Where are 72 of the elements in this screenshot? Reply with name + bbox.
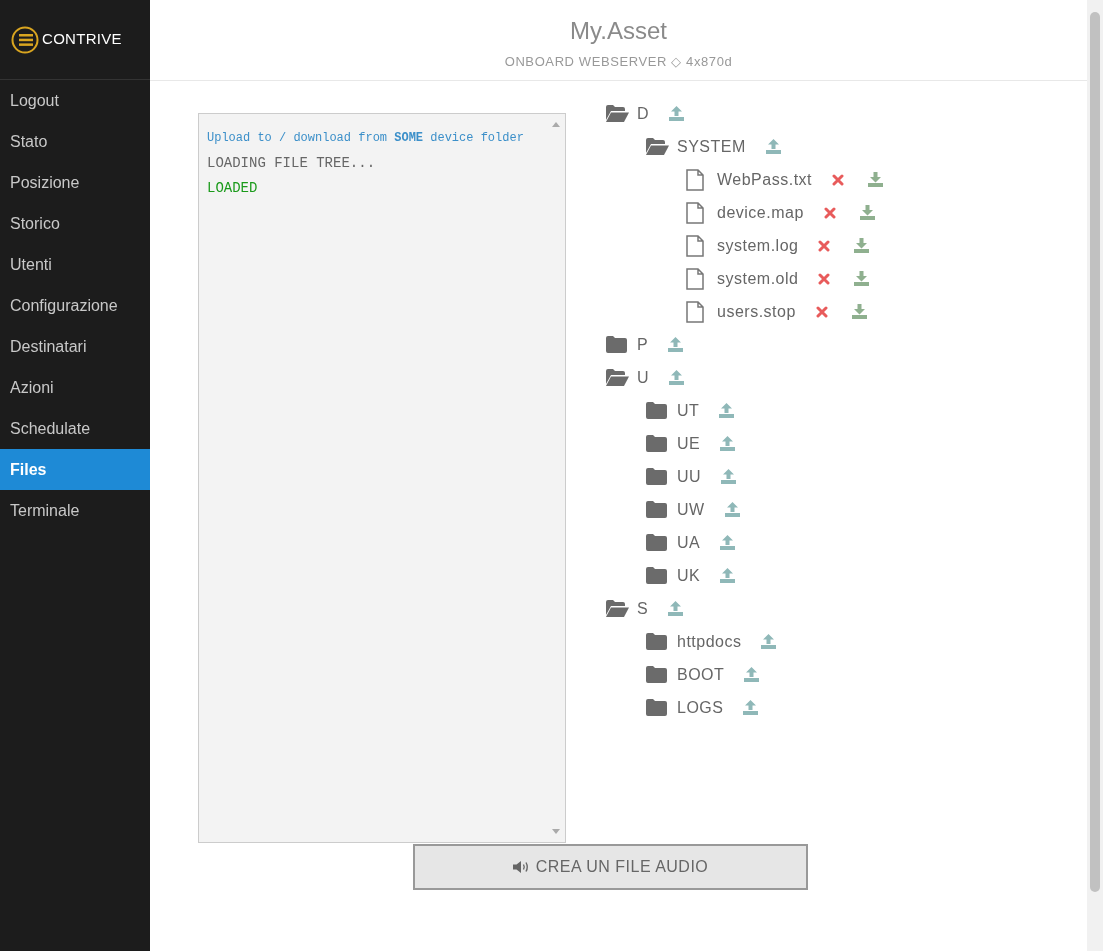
download-icon[interactable] [859,205,875,220]
download-icon[interactable] [868,172,883,187]
upload-icon[interactable] [724,502,740,517]
folder-name[interactable]: U [637,365,650,390]
folder-name[interactable]: S [637,596,649,621]
upload-icon[interactable] [721,469,737,484]
sidebar-item[interactable]: Storico [0,203,150,244]
upload-icon[interactable] [744,667,760,682]
upload-icon[interactable] [668,601,684,616]
upload-icon[interactable] [720,568,736,583]
sidebar-item[interactable]: Configurazione [0,285,150,326]
speaker-icon [512,860,530,874]
folder-name[interactable]: UU [677,464,702,489]
delete-icon[interactable] [818,272,831,285]
scrollbar[interactable] [1087,0,1103,951]
upload-icon[interactable] [669,370,685,385]
file-icon [686,234,704,257]
download-icon[interactable] [854,271,870,286]
file-name[interactable]: system.log [717,233,799,258]
console-line: LOADED [207,179,259,198]
file-icon [686,267,704,290]
file-name[interactable]: WebPass.txt [717,167,812,192]
upload-icon[interactable] [761,634,777,649]
sidebar-item[interactable]: Posizione [0,162,150,203]
sidebar-item[interactable]: Utenti [0,244,150,285]
delete-icon[interactable] [832,173,844,186]
sidebar-item[interactable]: Azioni [0,367,150,408]
scroll-down-icon[interactable] [552,829,560,834]
folder-name[interactable]: UT [677,398,700,423]
scrollbar-thumb[interactable] [1090,12,1100,892]
scroll-up-icon[interactable] [552,122,560,127]
download-icon[interactable] [851,304,867,319]
file-icon [686,168,704,191]
sidebar-item[interactable]: Schedulate [0,408,150,449]
upload-icon[interactable] [669,106,685,121]
sidebar-item[interactable]: Terminale [0,490,150,531]
file-icon [686,201,704,224]
logo-text: CONTRIVE [42,29,122,50]
console-line: Upload to / download from SOME device folder [207,130,525,147]
sidebar-item[interactable]: Stato [0,121,150,162]
folder-name[interactable]: UW [677,497,705,522]
folder-name[interactable]: BOOT [677,662,725,687]
folder-name[interactable]: UA [677,530,701,555]
folder-name[interactable]: UK [677,563,701,588]
delete-icon[interactable] [823,206,836,219]
upload-icon[interactable] [720,436,736,451]
upload-icon[interactable] [743,700,759,715]
create-audio-button[interactable]: CREA UN FILE AUDIO [413,844,808,890]
upload-icon[interactable] [668,337,684,352]
sidebar-item[interactable]: Logout [0,80,150,121]
download-icon[interactable] [854,238,870,253]
page-subtitle: ONBOARD WEBSERVER ◇ 4x870d [504,53,733,71]
folder-name[interactable]: httpdocs [677,629,742,654]
delete-icon[interactable] [818,239,831,252]
delete-icon[interactable] [815,305,828,318]
file-name[interactable]: users.stop [717,299,796,324]
sidebar-item[interactable]: Destinatari [0,326,150,367]
folder-name[interactable]: SYSTEM [677,134,746,159]
folder-name[interactable]: P [637,332,649,357]
folder-name[interactable]: D [637,101,650,126]
file-name[interactable]: device.map [717,200,804,225]
folder-name[interactable]: UE [677,431,701,456]
file-name[interactable]: system.old [717,266,799,291]
upload-icon[interactable] [719,403,735,418]
file-icon [686,300,704,323]
page-title: My.Asset [570,16,667,46]
logo-icon [11,25,39,54]
console-line: LOADING FILE TREE... [207,154,377,173]
upload-icon[interactable] [765,139,781,154]
sidebar-item[interactable]: Files [0,449,150,490]
upload-icon[interactable] [720,535,736,550]
folder-name[interactable]: LOGS [677,695,724,720]
